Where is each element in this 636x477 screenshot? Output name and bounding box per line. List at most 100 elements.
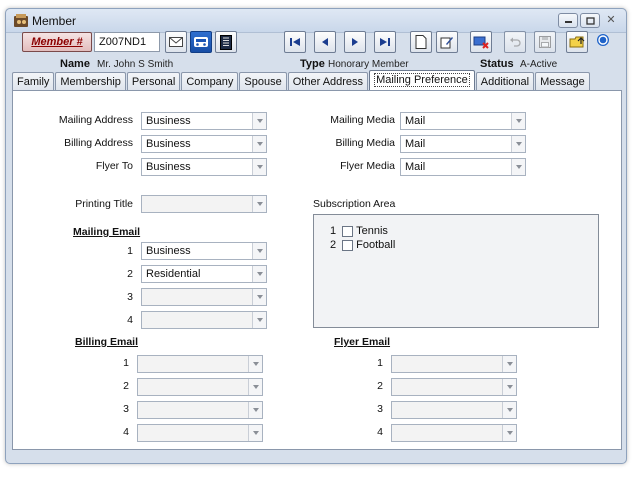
mailing-email-1-select[interactable]: Business [141, 242, 267, 260]
billing-email-4-select[interactable] [137, 424, 263, 442]
printing-title-label: Printing Title [75, 198, 133, 210]
info-button[interactable] [596, 33, 610, 47]
billing-media-select[interactable]: Mail [400, 135, 526, 153]
flyer-media-select[interactable]: Mail [400, 158, 526, 176]
tab-message[interactable]: Message [535, 72, 590, 90]
save-button[interactable] [534, 31, 556, 53]
flyer-email-3-select[interactable] [391, 401, 517, 419]
flyer-to-select[interactable]: Business [141, 158, 267, 176]
next-record-icon [352, 38, 358, 46]
mailing-media-select[interactable]: Mail [400, 112, 526, 130]
subscription-item[interactable]: 2 Football [330, 239, 395, 251]
previous-record-icon [322, 38, 328, 46]
billing-email-3-select[interactable] [137, 401, 263, 419]
flyer-to-label: Flyer To [95, 160, 133, 172]
minimize-button[interactable] [558, 13, 578, 28]
billing-email-num: 3 [123, 403, 129, 415]
chevron-down-icon [252, 159, 266, 175]
close-icon: ✕ [606, 14, 616, 26]
checkbox[interactable] [342, 239, 354, 251]
printing-title-select[interactable] [141, 195, 267, 213]
delete-record-button[interactable] [470, 31, 492, 53]
last-record-button[interactable] [374, 31, 396, 53]
flyer-email-4-select[interactable] [391, 424, 517, 442]
chevron-down-icon [511, 136, 525, 152]
edit-record-icon [440, 37, 453, 49]
chevron-down-icon [252, 243, 266, 259]
billing-email-num: 4 [123, 426, 129, 438]
last-record-icon [380, 38, 390, 46]
chevron-down-icon [252, 113, 266, 129]
chevron-down-icon [248, 425, 262, 441]
subscription-area-list: 1 Tennis 2 Football [313, 214, 599, 328]
car-icon [194, 37, 208, 47]
mailing-email-num: 2 [127, 268, 133, 280]
mailing-address-select[interactable]: Business [141, 112, 267, 130]
status-value: A-Active [520, 59, 558, 70]
tab-company[interactable]: Company [181, 72, 239, 90]
next-record-button[interactable] [344, 31, 366, 53]
mailing-email-num: 1 [127, 245, 133, 257]
first-record-icon [290, 38, 300, 46]
chevron-down-icon [252, 196, 266, 212]
chevron-down-icon [502, 379, 516, 395]
save-icon [539, 36, 551, 48]
mailing-email-3-select[interactable] [141, 288, 267, 306]
chevron-down-icon [248, 356, 262, 372]
delete-record-icon [473, 36, 489, 49]
edit-record-button[interactable] [436, 31, 458, 53]
tab-additional[interactable]: Additional [475, 72, 535, 90]
member-number-button[interactable]: Member # [22, 32, 92, 52]
maximize-icon [585, 16, 595, 25]
billing-address-select[interactable]: Business [141, 135, 267, 153]
open-folder-button[interactable] [566, 31, 588, 53]
info-icon [597, 34, 609, 46]
tab-membership[interactable]: Membership [55, 72, 126, 90]
tab-spouse[interactable]: Spouse [239, 72, 287, 90]
tab-other-address[interactable]: Other Address [287, 72, 369, 90]
billing-media-label: Billing Media [335, 137, 395, 149]
chevron-down-icon [252, 136, 266, 152]
window-title: Member [32, 14, 77, 28]
open-folder-icon [569, 36, 585, 48]
member-number-label: Member # [31, 36, 83, 48]
tab-family[interactable]: Family [12, 72, 55, 90]
type-value: Honorary Member [328, 59, 409, 70]
chevron-down-icon [252, 312, 266, 328]
chevron-down-icon [502, 402, 516, 418]
first-record-button[interactable] [284, 31, 306, 53]
chevron-down-icon [252, 289, 266, 305]
tab-mailing-preference[interactable]: Mailing Preference [369, 70, 475, 90]
subscription-area-label: Subscription Area [313, 198, 396, 210]
chevron-down-icon [502, 356, 516, 372]
member-id-field[interactable]: Z007ND1 [94, 32, 160, 52]
flyer-email-2-select[interactable] [391, 378, 517, 396]
flyer-email-num: 1 [377, 357, 383, 369]
previous-record-button[interactable] [314, 31, 336, 53]
billing-email-2-select[interactable] [137, 378, 263, 396]
new-record-button[interactable] [410, 31, 432, 53]
mailing-email-4-select[interactable] [141, 311, 267, 329]
checkbox[interactable] [342, 225, 354, 237]
mailing-preference-panel: Mailing Address Business Billing Address… [12, 90, 622, 450]
tab-mailing-preference-label: Mailing Preference [374, 73, 470, 87]
undo-button[interactable] [504, 31, 526, 53]
type-label: Type [300, 58, 325, 70]
undo-icon [510, 37, 521, 47]
chevron-down-icon [248, 379, 262, 395]
car-button[interactable] [190, 31, 212, 53]
tab-personal[interactable]: Personal [126, 72, 181, 90]
mailing-email-2-select[interactable]: Residential [141, 265, 267, 283]
mail-button[interactable] [165, 31, 187, 53]
billing-address-label: Billing Address [64, 137, 133, 149]
billing-email-1-select[interactable] [137, 355, 263, 373]
mail-icon [169, 37, 183, 47]
app-icon [14, 14, 28, 27]
close-button[interactable]: ✕ [602, 13, 620, 28]
flyer-email-1-select[interactable] [391, 355, 517, 373]
maximize-button[interactable] [580, 13, 600, 28]
chevron-down-icon [511, 159, 525, 175]
subscription-item[interactable]: 1 Tennis [330, 225, 388, 237]
flyer-media-label: Flyer Media [340, 160, 395, 172]
book-button[interactable] [215, 31, 237, 53]
